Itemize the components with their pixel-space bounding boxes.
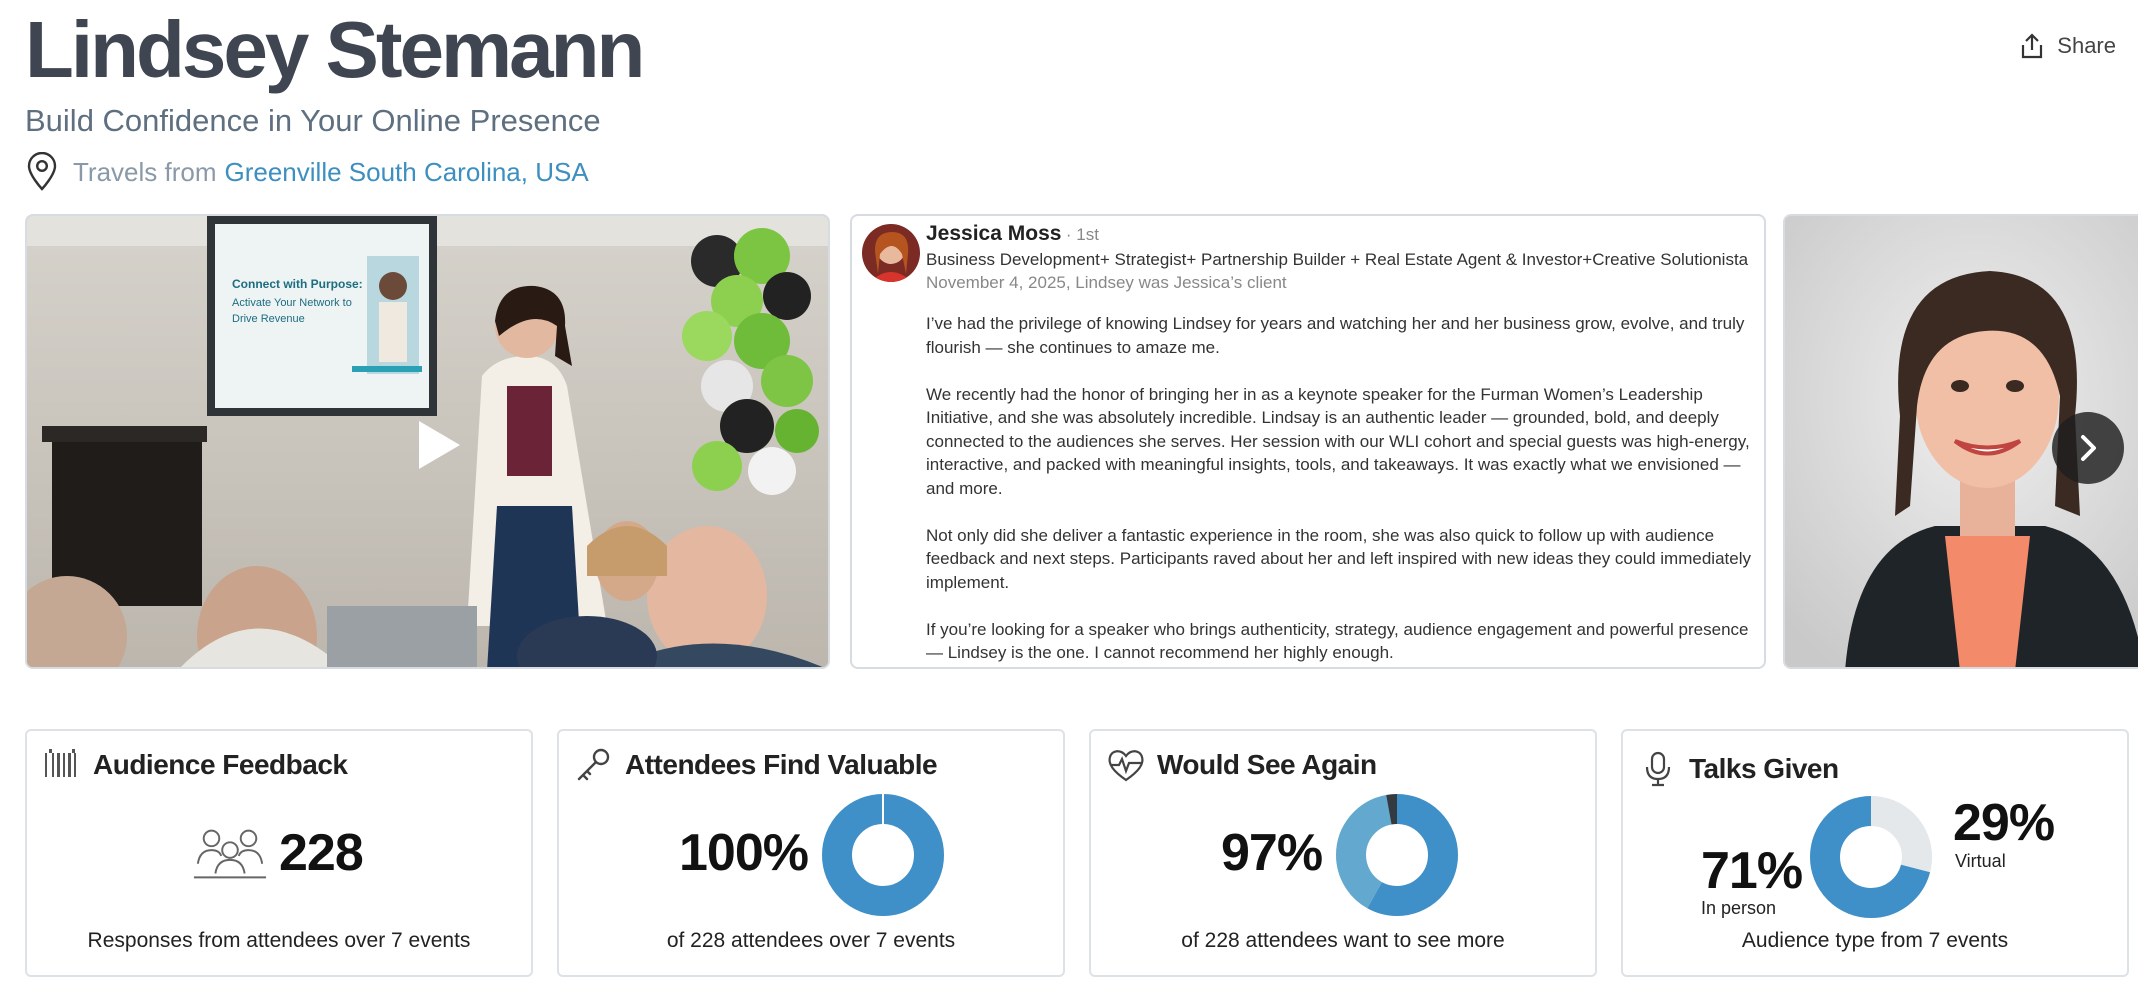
in-person-percent: 71% (1701, 842, 1803, 900)
share-icon (2022, 33, 2043, 59)
stat-header: Audience Feedback (43, 747, 348, 783)
testimonial-body: I’ve had the privilege of knowing Lindse… (926, 312, 1756, 667)
testimonial-card: Jessica Moss · 1st Business Development+… (850, 214, 1766, 669)
see-again-donut-chart (1336, 794, 1458, 916)
valuable-percent: 100% (679, 824, 809, 882)
talks-donut-chart (1810, 796, 1932, 918)
virtual-label: Virtual (1955, 851, 2006, 871)
feedback-count: 228 (279, 824, 364, 882)
author-header: Jessica Moss · 1st (926, 222, 1099, 246)
audience-people-icon (193, 829, 267, 879)
stat-header: Attendees Find Valuable (575, 747, 938, 783)
microphone-icon (1645, 751, 1671, 787)
stat-title: Talks Given (1689, 753, 1839, 784)
video-card[interactable]: Connect with Purpose: Activate Your Netw… (25, 214, 830, 669)
share-label: Share (2057, 33, 2116, 58)
stat-header: Would See Again (1107, 747, 1377, 783)
stat-footer: Audience type from 7 events (1741, 929, 2009, 952)
valuable-donut-chart (822, 794, 944, 916)
share-button[interactable]: Share (2019, 32, 2116, 60)
location-row: Travels from Greenville South Carolina, … (25, 152, 589, 192)
testimonial-date: November 4, 2025, Lindsey was Jessica’s … (926, 273, 1287, 292)
play-icon[interactable] (415, 418, 463, 472)
testimonial-paragraph: We recently had the honor of bringing he… (926, 384, 1750, 498)
audience-feedback-card: Audience Feedback 228 Responses from att… (25, 729, 533, 977)
virtual-percent: 29% (1953, 794, 2055, 852)
speaker-tagline: Build Confidence in Your Online Presence (25, 103, 601, 138)
location-link[interactable]: Greenville South Carolina, USA (225, 157, 589, 188)
in-person-label: In person (1701, 898, 1777, 918)
author-name[interactable]: Jessica Moss (926, 222, 1061, 245)
speaker-name: Lindsey Stemann (25, 5, 645, 94)
travels-from-label: Travels from (73, 156, 217, 187)
stat-footer: of 228 attendees over 7 events (666, 929, 956, 952)
author-avatar (862, 224, 920, 282)
testimonial-paragraph: If you’re looking for a speaker who brin… (926, 619, 1749, 663)
would-see-again-card: Would See Again 97% of 228 attendees wan… (1089, 729, 1597, 977)
stat-title: Audience Feedback (93, 749, 348, 780)
key-icon (577, 748, 610, 781)
barcode-icon (45, 749, 76, 777)
stat-header: Talks Given (1639, 751, 1839, 787)
heart-pulse-icon (1108, 750, 1144, 782)
svg-text:Connect with Purpose:: Connect with Purpose: (232, 277, 363, 291)
stat-title: Would See Again (1157, 749, 1377, 780)
stat-title: Attendees Find Valuable (625, 749, 938, 780)
svg-text:Activate Your Network to: Activate Your Network to (232, 297, 352, 309)
attendees-valuable-card: Attendees Find Valuable 100% of 228 atte… (557, 729, 1065, 977)
author-title: Business Development+ Strategist+ Partne… (926, 250, 1749, 269)
stat-footer: Responses from attendees over 7 events (87, 929, 471, 952)
connection-degree: · 1st (1065, 225, 1099, 244)
location-pin-icon (27, 152, 57, 191)
testimonial-paragraph: Not only did she deliver a fantastic exp… (926, 525, 1751, 592)
talks-given-card: Talks Given 71% In person 29% Virtual Au… (1621, 729, 2129, 977)
chevron-right-icon (2081, 435, 2096, 461)
see-again-percent: 97% (1221, 824, 1323, 882)
testimonial-paragraph: I’ve had the privilege of knowing Lindse… (926, 314, 1745, 357)
svg-text:Drive Revenue: Drive Revenue (232, 313, 305, 325)
stat-footer: of 228 attendees want to see more (1181, 929, 1505, 952)
next-slide-button[interactable] (2052, 412, 2124, 484)
